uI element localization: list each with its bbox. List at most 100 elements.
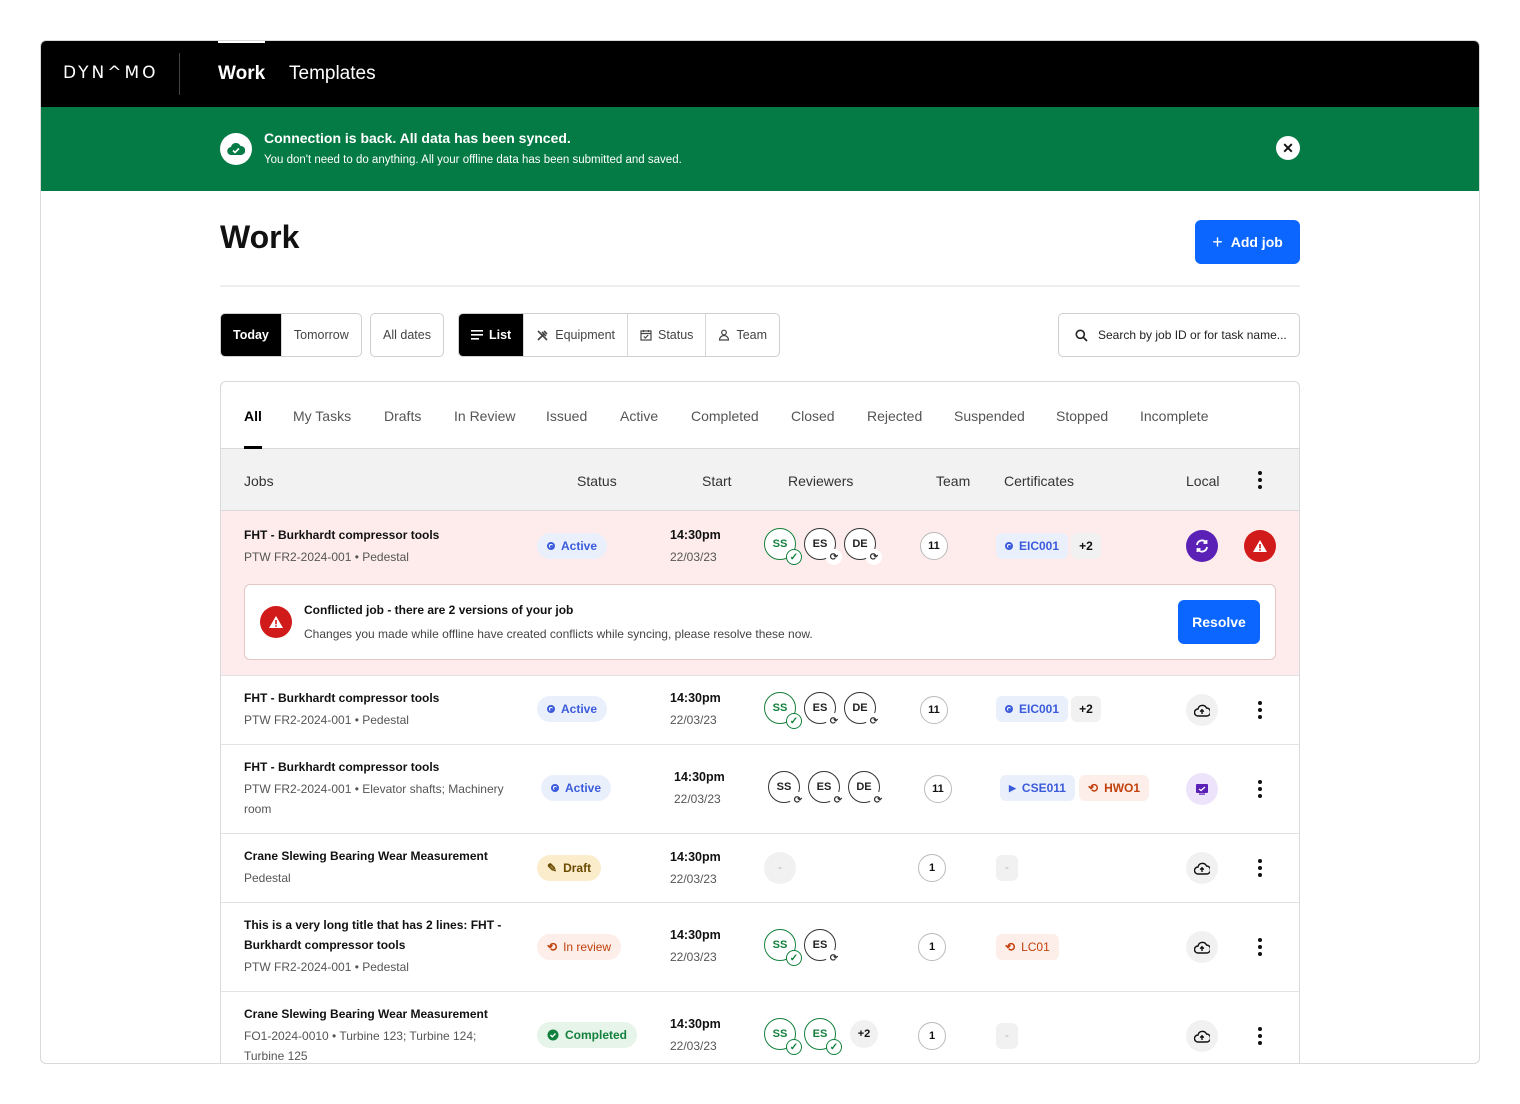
tab-issued[interactable]: Issued: [546, 408, 587, 424]
reviewer-avatar[interactable]: ES ⟳: [808, 771, 846, 808]
view-status[interactable]: Status: [628, 314, 707, 356]
tab-closed[interactable]: Closed: [791, 408, 835, 424]
add-job-label: Add job: [1230, 234, 1283, 250]
banner-close-button[interactable]: ✕: [1276, 136, 1300, 160]
status-label: Active: [561, 702, 598, 716]
sync-status-button[interactable]: [1186, 530, 1218, 562]
job-title: Crane Slewing Bearing Wear Measurement: [244, 1007, 488, 1021]
row-options-button[interactable]: [1250, 696, 1270, 724]
reviewer-avatar[interactable]: ES ⟳: [804, 528, 842, 565]
date-filter-tomorrow[interactable]: Tomorrow: [282, 314, 361, 356]
nav-tab-templates[interactable]: Templates: [289, 41, 376, 107]
row-options-button[interactable]: [1250, 775, 1270, 803]
conflict-warning-button[interactable]: [1244, 530, 1276, 562]
view-list[interactable]: List: [459, 314, 525, 356]
reviewer-avatar[interactable]: DE ⟳: [844, 692, 882, 729]
certificate-chip[interactable]: EIC001: [996, 533, 1069, 559]
table-row[interactable]: Crane Slewing Bearing Wear Measurement P…: [221, 834, 1299, 903]
reviewer-avatar[interactable]: SS ✓: [764, 692, 802, 729]
table-row[interactable]: FHT - Burkhardt compressor tools PTW FR2…: [221, 745, 1299, 834]
team-count[interactable]: 1: [918, 1022, 946, 1050]
local-storage-button[interactable]: [1186, 852, 1218, 884]
reviewer-avatar[interactable]: SS ⟳: [768, 771, 806, 808]
tab-stopped[interactable]: Stopped: [1056, 408, 1108, 424]
nav-divider: [179, 53, 180, 95]
reviewer-avatar[interactable]: ES ⟳: [804, 692, 842, 729]
tab-suspended[interactable]: Suspended: [954, 408, 1025, 424]
tab-active[interactable]: Active: [620, 408, 658, 424]
search-input[interactable]: Search by job ID or for task name...: [1058, 313, 1300, 357]
job-subtitle: PTW FR2-2024-001 • Pedestal: [244, 713, 409, 727]
reviewer-avatar[interactable]: DE ⟳: [848, 771, 886, 808]
cloud-upload-icon: [1194, 941, 1210, 954]
more-reviewers[interactable]: +2: [850, 1020, 878, 1048]
certificate-label: HWO1: [1104, 781, 1141, 795]
tab-rejected[interactable]: Rejected: [867, 408, 922, 424]
column-status[interactable]: Status: [577, 473, 617, 489]
reviewer-avatar[interactable]: SS ✓: [764, 1018, 802, 1055]
reviewer-avatar[interactable]: SS ✓: [764, 528, 802, 565]
dynamo-logo[interactable]: DYN^MO: [63, 63, 159, 83]
banner-message: You don't need to do anything. All your …: [264, 154, 682, 166]
column-team[interactable]: Team: [936, 473, 970, 489]
team-count[interactable]: 11: [920, 696, 948, 724]
more-certificates[interactable]: +2: [1071, 533, 1101, 559]
sync-icon: ⟲: [1088, 781, 1099, 795]
certificate-chip[interactable]: EIC001: [996, 696, 1069, 722]
local-storage-button[interactable]: [1186, 1020, 1218, 1052]
certificate-chip[interactable]: ⟲ HWO1: [1079, 775, 1150, 801]
row-options-button[interactable]: [1250, 933, 1270, 961]
local-storage-button[interactable]: [1186, 773, 1218, 805]
start-date: 22/03/23: [670, 713, 717, 727]
nav-tab-work[interactable]: Work: [218, 41, 266, 107]
local-storage-button[interactable]: [1186, 931, 1218, 963]
local-storage-button[interactable]: [1186, 694, 1218, 726]
tab-completed[interactable]: Completed: [691, 408, 759, 424]
table-row[interactable]: FHT - Burkhardt compressor tools PTW FR2…: [221, 676, 1299, 745]
table-header: Jobs Status Start Reviewers Team Certifi…: [221, 449, 1299, 511]
tab-my-tasks[interactable]: My Tasks: [293, 408, 351, 424]
check-icon: ✓: [786, 713, 802, 729]
tab-drafts[interactable]: Drafts: [384, 408, 421, 424]
column-certificates[interactable]: Certificates: [1004, 473, 1074, 489]
column-options-button[interactable]: [1250, 466, 1270, 494]
column-jobs[interactable]: Jobs: [244, 473, 274, 489]
resolve-button[interactable]: Resolve: [1178, 600, 1260, 644]
team-count[interactable]: 11: [920, 532, 948, 560]
view-team[interactable]: Team: [706, 314, 779, 356]
reviewer-initials: ES: [812, 702, 828, 714]
reviewer-avatar[interactable]: ES ✓: [804, 1018, 842, 1055]
date-filter-today[interactable]: Today: [221, 314, 282, 356]
status-label: Active: [561, 539, 598, 553]
job-subtitle: FO1-2024-0010 • Turbine 123; Turbine 124…: [244, 1029, 477, 1063]
view-equipment[interactable]: Equipment: [524, 314, 628, 356]
tab-incomplete[interactable]: Incomplete: [1140, 408, 1208, 424]
column-start[interactable]: Start: [702, 473, 732, 489]
all-dates-button[interactable]: All dates: [371, 314, 443, 356]
column-reviewers[interactable]: Reviewers: [788, 473, 853, 489]
row-options-button[interactable]: [1250, 854, 1270, 882]
reviewer-avatar[interactable]: SS ✓: [764, 929, 802, 966]
table-row[interactable]: This is a very long title that has 2 lin…: [221, 903, 1299, 992]
team-count[interactable]: 1: [918, 933, 946, 961]
table-row[interactable]: Crane Slewing Bearing Wear Measurement F…: [221, 992, 1299, 1063]
row-options-button[interactable]: [1250, 1022, 1270, 1050]
reviewer-avatar[interactable]: DE ⟳: [844, 528, 882, 565]
all-dates-filter: All dates: [370, 313, 444, 357]
more-certificates[interactable]: +2: [1071, 696, 1101, 722]
team-count[interactable]: 1: [918, 854, 946, 882]
tab-in-review[interactable]: In Review: [454, 408, 515, 424]
conflict-message: Changes you made while offline have crea…: [304, 627, 813, 641]
reviewer-avatar[interactable]: ES ⟳: [804, 929, 842, 966]
start-time: 14:30pm: [670, 528, 721, 542]
certificate-chip[interactable]: ⟲ LC01: [996, 934, 1059, 960]
start-time: 14:30pm: [670, 691, 721, 705]
check-circle-icon: [547, 1029, 559, 1041]
reviewer-initials: SS: [772, 702, 788, 714]
tab-all[interactable]: All: [244, 408, 262, 424]
column-local[interactable]: Local: [1186, 473, 1219, 489]
table-row-conflicted[interactable]: FHT - Burkhardt compressor tools PTW FR2…: [221, 511, 1299, 676]
team-count[interactable]: 11: [924, 775, 952, 803]
certificate-chip[interactable]: ▶ CSE011: [1000, 775, 1075, 801]
add-job-button[interactable]: + Add job: [1195, 220, 1300, 264]
